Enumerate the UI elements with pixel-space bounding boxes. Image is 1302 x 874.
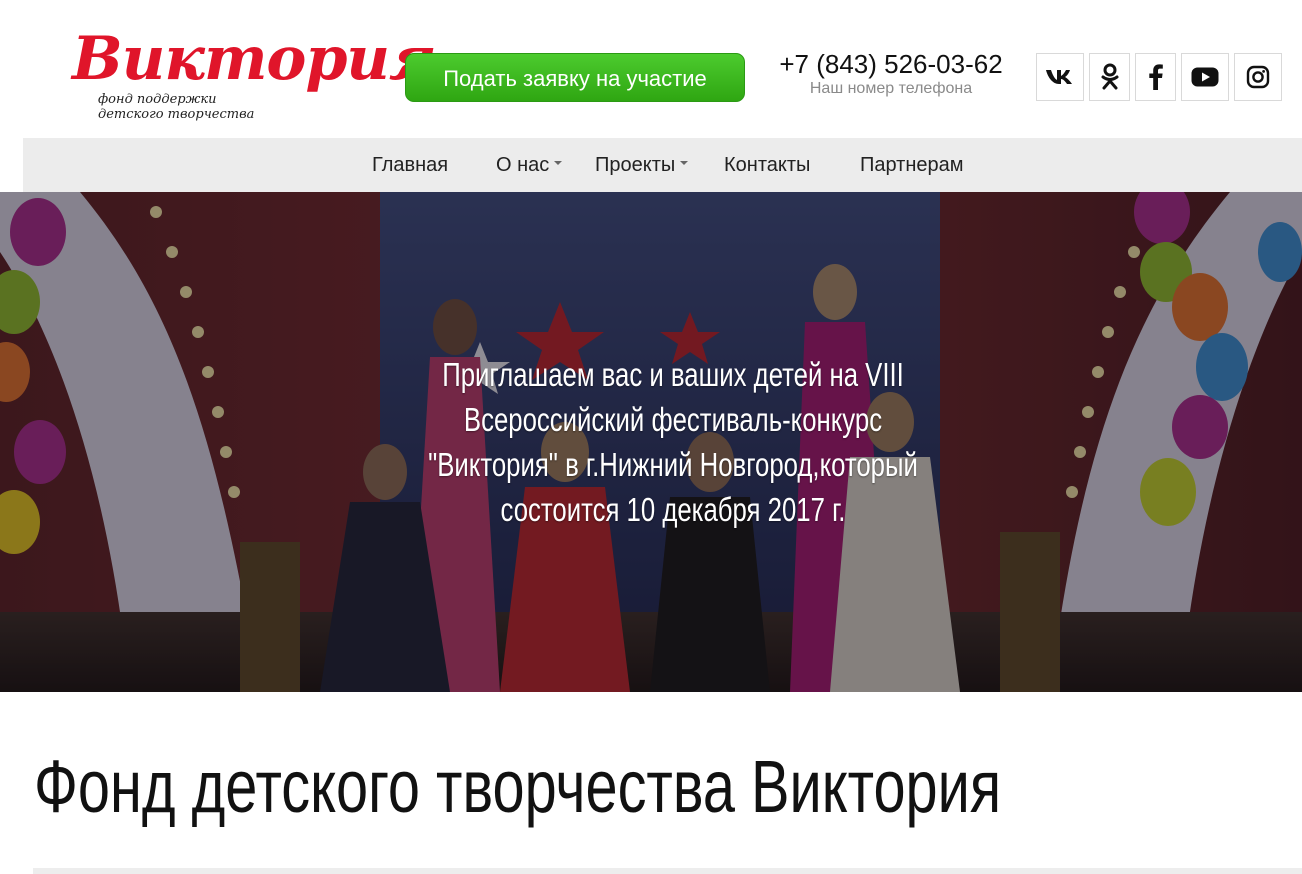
social-links (1036, 53, 1282, 101)
nav-item-label: Проекты (595, 154, 676, 176)
apply-button[interactable]: Подать заявку на участие (405, 53, 745, 102)
nav-item-label: Партнерам (860, 154, 964, 176)
odnoklassniki-icon (1101, 63, 1118, 90)
site-header: Виктория фонд поддержки детского творчес… (0, 0, 1302, 138)
youtube-link[interactable] (1181, 53, 1229, 101)
content-divider (33, 868, 1302, 874)
chevron-down-icon (554, 160, 563, 165)
youtube-icon (1191, 67, 1219, 87)
nav-item-label: О нас (496, 154, 550, 176)
hero-banner: Приглашаем вас и ваших детей на VIII Все… (0, 192, 1302, 692)
nav-item-about[interactable]: О нас (496, 138, 563, 192)
instagram-link[interactable] (1234, 53, 1282, 101)
vk-icon (1046, 70, 1072, 84)
nav-item-projects[interactable]: Проекты (595, 138, 689, 192)
odnoklassniki-link[interactable] (1089, 53, 1130, 101)
logo-tagline: фонд поддержки детского творчества (98, 92, 298, 122)
nav-item-contacts[interactable]: Контакты (724, 138, 810, 192)
instagram-icon (1246, 65, 1270, 89)
logo-wordmark: Виктория (72, 24, 437, 94)
vk-link[interactable] (1036, 53, 1084, 101)
nav-item-label: Контакты (724, 154, 811, 176)
hero-announcement: Приглашаем вас и ваших детей на VIII Все… (428, 356, 918, 528)
logo-tagline-line1: фонд поддержки (98, 92, 217, 107)
facebook-icon (1148, 64, 1163, 90)
phone-caption: Наш номер телефона (809, 80, 973, 97)
phone-block: +7 (843) 526-03-62 Наш номер телефона (770, 48, 1012, 98)
site-logo[interactable]: Виктория фонд поддержки детского творчес… (72, 22, 437, 126)
nav-item-home[interactable]: Главная (372, 138, 448, 192)
main-nav: Главная О нас Проекты Контакты Партнерам (23, 138, 1302, 192)
page-title: Фонд детского творчества Виктория (34, 745, 1002, 828)
logo-tagline-line2: детского творчества (98, 107, 255, 122)
nav-item-partners[interactable]: Партнерам (860, 138, 964, 192)
nav-item-label: Главная (372, 154, 449, 176)
facebook-link[interactable] (1135, 53, 1176, 101)
chevron-down-icon (680, 160, 689, 165)
phone-number[interactable]: +7 (843) 526-03-62 (770, 48, 1012, 80)
